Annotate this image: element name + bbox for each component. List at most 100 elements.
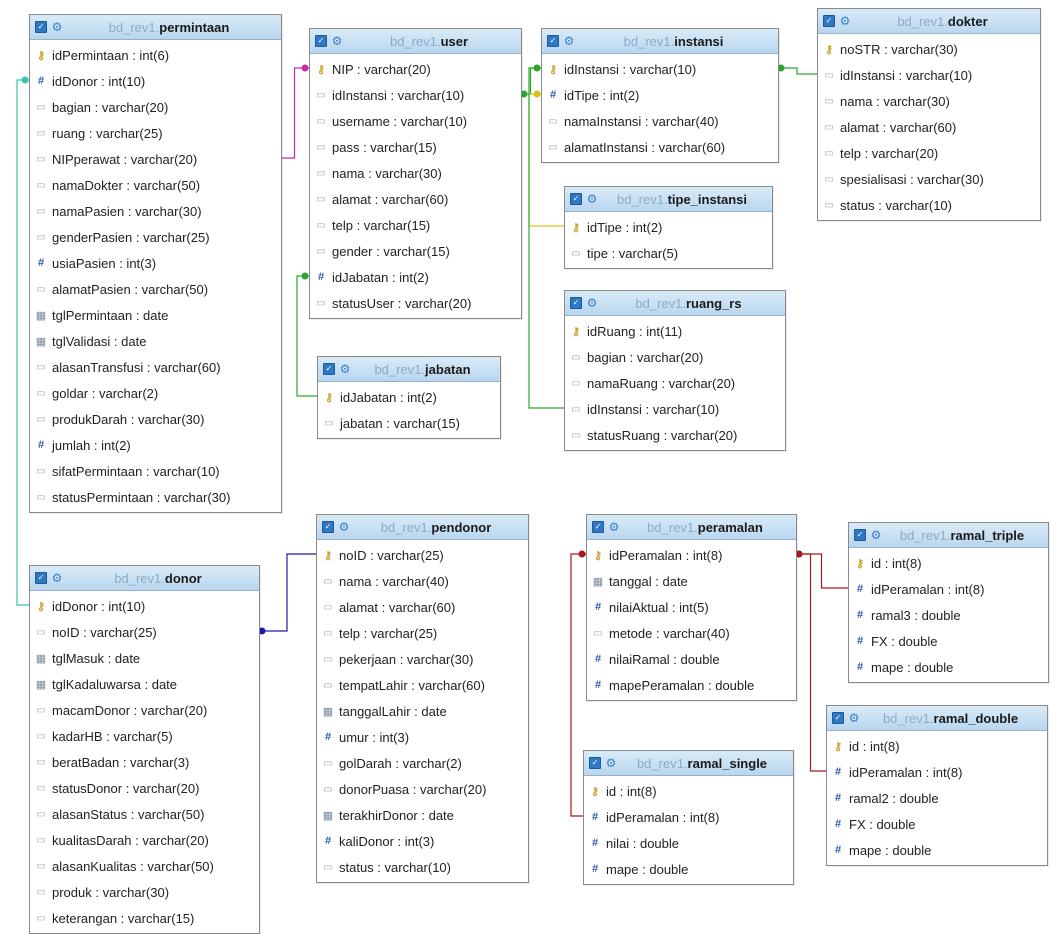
table-permintaan[interactable]: ✓ ⚙ bd_rev1.permintaan ⚷ idPermintaan : int(… — [29, 14, 282, 513]
column-row[interactable]: # idPeramalan : int(8) — [584, 804, 793, 830]
checkbox-icon[interactable]: ✓ — [547, 35, 559, 47]
gear-icon[interactable]: ⚙ — [848, 712, 860, 724]
table-header[interactable]: ✓ ⚙ bd_rev1.instansi — [542, 29, 778, 54]
column-row[interactable]: ▦ tglKadaluwarsa : date — [30, 671, 259, 697]
gear-icon[interactable]: ⚙ — [563, 35, 575, 47]
column-row[interactable]: ▭ kualitasDarah : varchar(20) — [30, 827, 259, 853]
column-row[interactable]: ▭ jabatan : varchar(15) — [318, 410, 500, 436]
column-row[interactable]: ▭ nama : varchar(40) — [317, 568, 528, 594]
column-row[interactable]: ▭ donorPuasa : varchar(20) — [317, 776, 528, 802]
table-pendonor[interactable]: ✓ ⚙ bd_rev1.pendonor ⚷ noID : varchar(25) ▭ na… — [316, 514, 529, 883]
table-header[interactable]: ✓ ⚙ bd_rev1.donor — [30, 566, 259, 591]
table-peramalan[interactable]: ✓ ⚙ bd_rev1.peramalan ⚷ idPeramalan : int(8)… — [586, 514, 797, 701]
column-row[interactable]: # usiaPasien : int(3) — [30, 250, 281, 276]
column-row[interactable]: ▭ alamat : varchar(60) — [818, 114, 1040, 140]
table-header[interactable]: ✓ ⚙ bd_rev1.ramal_triple — [849, 523, 1048, 548]
column-row[interactable]: ▭ produk : varchar(30) — [30, 879, 259, 905]
column-row[interactable]: ⚷ id : int(8) — [849, 550, 1048, 576]
table-header[interactable]: ✓ ⚙ bd_rev1.user — [310, 29, 521, 54]
column-row[interactable]: # ramal3 : double — [849, 602, 1048, 628]
gear-icon[interactable]: ⚙ — [608, 521, 620, 533]
table-header[interactable]: ✓ ⚙ bd_rev1.ramal_single — [584, 751, 793, 776]
table-header[interactable]: ✓ ⚙ bd_rev1.tipe_instansi — [565, 187, 772, 212]
column-row[interactable]: ⚷ idInstansi : varchar(10) — [542, 56, 778, 82]
column-row[interactable]: ⚷ idRuang : int(11) — [565, 318, 785, 344]
checkbox-icon[interactable]: ✓ — [570, 297, 582, 309]
column-row[interactable]: ▭ genderPasien : varchar(25) — [30, 224, 281, 250]
column-row[interactable]: ▭ alamat : varchar(60) — [310, 186, 521, 212]
column-row[interactable]: # nilaiAktual : int(5) — [587, 594, 796, 620]
column-row[interactable]: ▭ sifatPermintaan : varchar(10) — [30, 458, 281, 484]
column-row[interactable]: ▭ namaRuang : varchar(20) — [565, 370, 785, 396]
column-row[interactable]: # FX : double — [849, 628, 1048, 654]
column-row[interactable]: ▭ status : varchar(10) — [818, 192, 1040, 218]
table-header[interactable]: ✓ ⚙ bd_rev1.jabatan — [318, 357, 500, 382]
column-row[interactable]: ▭ telp : varchar(25) — [317, 620, 528, 646]
column-row[interactable]: ⚷ idTipe : int(2) — [565, 214, 772, 240]
column-row[interactable]: # idTipe : int(2) — [542, 82, 778, 108]
column-row[interactable]: ▭ tipe : varchar(5) — [565, 240, 772, 266]
column-row[interactable]: ⚷ noSTR : varchar(30) — [818, 36, 1040, 62]
column-row[interactable]: # kaliDonor : int(3) — [317, 828, 528, 854]
column-row[interactable]: # idJabatan : int(2) — [310, 264, 521, 290]
column-row[interactable]: ▭ telp : varchar(20) — [818, 140, 1040, 166]
column-row[interactable]: ▭ idInstansi : varchar(10) — [310, 82, 521, 108]
column-row[interactable]: ▭ idInstansi : varchar(10) — [565, 396, 785, 422]
column-row[interactable]: ▭ statusUser : varchar(20) — [310, 290, 521, 316]
column-row[interactable]: ▭ gender : varchar(15) — [310, 238, 521, 264]
column-row[interactable]: # idPeramalan : int(8) — [849, 576, 1048, 602]
table-dokter[interactable]: ✓ ⚙ bd_rev1.dokter ⚷ noSTR : varchar(30) ▭ idI… — [817, 8, 1041, 221]
table-user[interactable]: ✓ ⚙ bd_rev1.user ⚷ NIP : varchar(20) ▭ idInsta… — [309, 28, 522, 319]
column-row[interactable]: ▭ alamatPasien : varchar(50) — [30, 276, 281, 302]
gear-icon[interactable]: ⚙ — [331, 35, 343, 47]
column-row[interactable]: ▭ pekerjaan : varchar(30) — [317, 646, 528, 672]
column-row[interactable]: ▭ namaDokter : varchar(50) — [30, 172, 281, 198]
gear-icon[interactable]: ⚙ — [586, 297, 598, 309]
gear-icon[interactable]: ⚙ — [586, 193, 598, 205]
gear-icon[interactable]: ⚙ — [839, 15, 851, 27]
column-row[interactable]: ▭ statusDonor : varchar(20) — [30, 775, 259, 801]
checkbox-icon[interactable]: ✓ — [315, 35, 327, 47]
gear-icon[interactable]: ⚙ — [870, 529, 882, 541]
column-row[interactable]: ▭ namaPasien : varchar(30) — [30, 198, 281, 224]
table-ramal-double[interactable]: ✓ ⚙ bd_rev1.ramal_double ⚷ id : int(8) # idPer… — [826, 705, 1048, 866]
table-ruang-rs[interactable]: ✓ ⚙ bd_rev1.ruang_rs ⚷ idRuang : int(11) ▭ bag… — [564, 290, 786, 451]
checkbox-icon[interactable]: ✓ — [589, 757, 601, 769]
table-header[interactable]: ✓ ⚙ bd_rev1.ramal_double — [827, 706, 1047, 731]
column-row[interactable]: ▭ keterangan : varchar(15) — [30, 905, 259, 931]
column-row[interactable]: ▭ kadarHB : varchar(5) — [30, 723, 259, 749]
column-row[interactable]: ▭ statusRuang : varchar(20) — [565, 422, 785, 448]
column-row[interactable]: ⚷ idPermintaan : int(6) — [30, 42, 281, 68]
column-row[interactable]: ▭ ruang : varchar(25) — [30, 120, 281, 146]
column-row[interactable]: ▭ username : varchar(10) — [310, 108, 521, 134]
column-row[interactable]: ▭ noID : varchar(25) — [30, 619, 259, 645]
table-header[interactable]: ✓ ⚙ bd_rev1.peramalan — [587, 515, 796, 540]
column-row[interactable]: ▭ idInstansi : varchar(10) — [818, 62, 1040, 88]
column-row[interactable]: ▭ statusPermintaan : varchar(30) — [30, 484, 281, 510]
column-row[interactable]: ▭ produkDarah : varchar(30) — [30, 406, 281, 432]
column-row[interactable]: ▦ tanggal : date — [587, 568, 796, 594]
column-row[interactable]: # idDonor : int(10) — [30, 68, 281, 94]
column-row[interactable]: ▭ macamDonor : varchar(20) — [30, 697, 259, 723]
checkbox-icon[interactable]: ✓ — [832, 712, 844, 724]
gear-icon[interactable]: ⚙ — [339, 363, 351, 375]
column-row[interactable]: ▭ alasanTransfusi : varchar(60) — [30, 354, 281, 380]
column-row[interactable]: ▭ telp : varchar(15) — [310, 212, 521, 238]
column-row[interactable]: ⚷ NIP : varchar(20) — [310, 56, 521, 82]
gear-icon[interactable]: ⚙ — [51, 21, 63, 33]
column-row[interactable]: ▦ tglMasuk : date — [30, 645, 259, 671]
table-donor[interactable]: ✓ ⚙ bd_rev1.donor ⚷ idDonor : int(10) ▭ noID :… — [29, 565, 260, 934]
checkbox-icon[interactable]: ✓ — [323, 363, 335, 375]
column-row[interactable]: # ramal2 : double — [827, 785, 1047, 811]
table-ramal-triple[interactable]: ✓ ⚙ bd_rev1.ramal_triple ⚷ id : int(8) # idPer… — [848, 522, 1049, 683]
column-row[interactable]: # nilai : double — [584, 830, 793, 856]
column-row[interactable]: ▦ terakhirDonor : date — [317, 802, 528, 828]
column-row[interactable]: ▭ tempatLahir : varchar(60) — [317, 672, 528, 698]
column-row[interactable]: # FX : double — [827, 811, 1047, 837]
gear-icon[interactable]: ⚙ — [605, 757, 617, 769]
table-jabatan[interactable]: ✓ ⚙ bd_rev1.jabatan ⚷ idJabatan : int(2) ▭ jab… — [317, 356, 501, 439]
column-row[interactable]: ▭ alamatInstansi : varchar(60) — [542, 134, 778, 160]
column-row[interactable]: # jumlah : int(2) — [30, 432, 281, 458]
table-header[interactable]: ✓ ⚙ bd_rev1.dokter — [818, 9, 1040, 34]
gear-icon[interactable]: ⚙ — [51, 572, 63, 584]
